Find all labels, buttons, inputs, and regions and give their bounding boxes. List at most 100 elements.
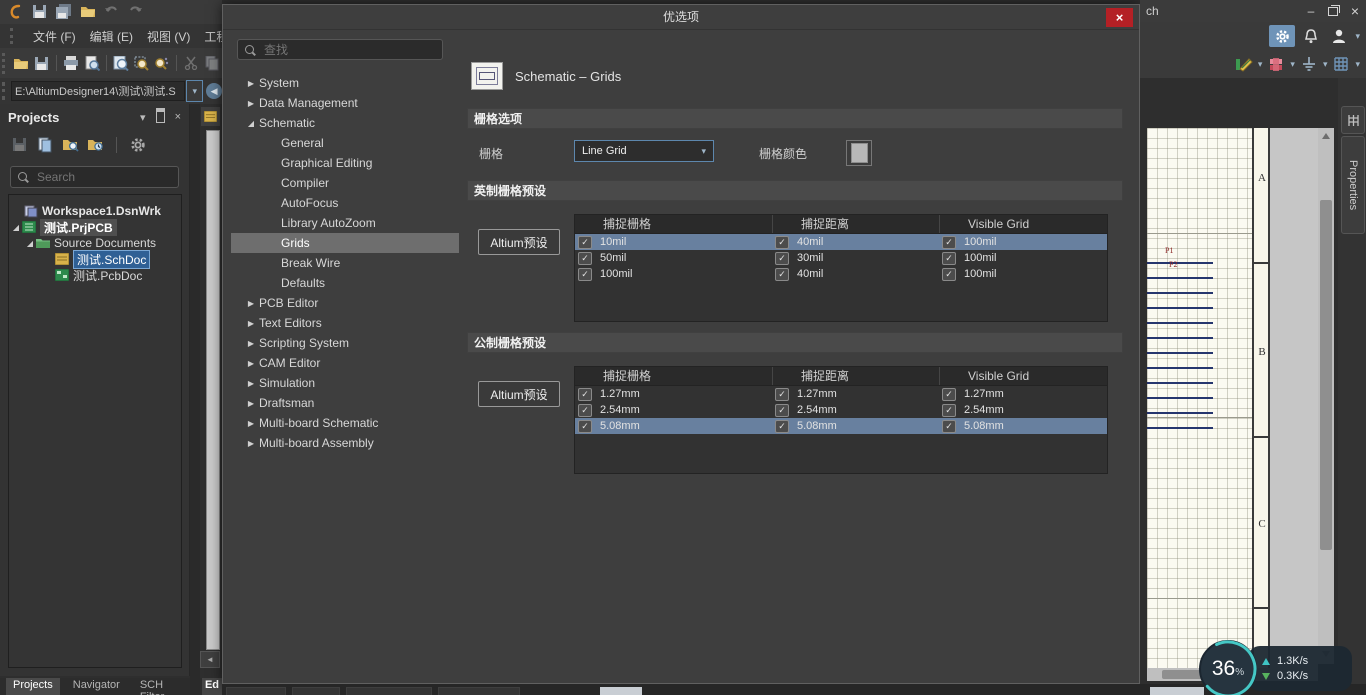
nav-scripting-system[interactable]: ▶Scripting System xyxy=(231,333,459,353)
preset-checkbox[interactable]: ✓ xyxy=(578,404,592,417)
connector-pins[interactable] xyxy=(1147,262,1213,434)
projects-search-box[interactable] xyxy=(10,166,179,188)
nav-compiler[interactable]: Compiler xyxy=(231,173,459,193)
panel-resize-gutter[interactable] xyxy=(190,104,200,695)
zoom-indicator[interactable]: 36% xyxy=(1197,638,1259,695)
document-tab-partial[interactable] xyxy=(201,107,220,126)
copy-icon[interactable] xyxy=(202,52,222,74)
preferences-gear-icon[interactable] xyxy=(1269,25,1295,47)
network-speed-widget[interactable]: 1.3K/s 0.3K/s xyxy=(1248,646,1352,691)
grid-icon[interactable] xyxy=(1329,53,1353,75)
search-folder-icon[interactable] xyxy=(62,137,78,153)
nav-graphical-editing[interactable]: Graphical Editing xyxy=(231,153,459,173)
preset-checkbox[interactable]: ✓ xyxy=(578,420,592,433)
zoom-selection-icon[interactable] xyxy=(152,52,173,74)
undo-icon[interactable] xyxy=(104,4,120,20)
document-path-input[interactable] xyxy=(11,81,185,101)
grid-type-select[interactable]: Line Grid ▾ xyxy=(574,140,714,162)
layers-icon[interactable] xyxy=(1264,53,1288,75)
preset-checkbox[interactable]: ✓ xyxy=(942,268,956,281)
grid-color-swatch[interactable] xyxy=(846,140,872,166)
print-icon[interactable] xyxy=(61,52,82,74)
nav-grids[interactable]: Grids xyxy=(231,233,459,253)
preset-checkbox[interactable]: ✓ xyxy=(942,236,956,249)
path-dropdown-button[interactable]: ▾ xyxy=(186,80,203,102)
tri-down-icon[interactable]: ◢ xyxy=(11,223,21,232)
tree-item-pcbdoc[interactable]: 测试.PcbDoc xyxy=(9,267,181,283)
compile-documents-icon[interactable] xyxy=(37,137,53,153)
preset-row[interactable]: ✓2.54mm ✓2.54mm ✓2.54mm xyxy=(575,402,1107,418)
save-icon[interactable] xyxy=(12,137,28,153)
preset-checkbox[interactable]: ✓ xyxy=(775,268,789,281)
dialog-close-icon[interactable]: × xyxy=(1106,8,1133,27)
open-folder-icon[interactable] xyxy=(11,52,32,74)
preset-checkbox[interactable]: ✓ xyxy=(578,268,592,281)
projects-search-input[interactable] xyxy=(35,169,169,185)
nav-library-autozoom[interactable]: Library AutoZoom xyxy=(231,213,459,233)
preset-checkbox[interactable]: ✓ xyxy=(578,388,592,401)
nav-break-wire[interactable]: Break Wire xyxy=(231,253,459,273)
power-port-icon[interactable] xyxy=(1297,53,1321,75)
tri-down-icon[interactable]: ◢ xyxy=(25,239,35,248)
panels-icon[interactable] xyxy=(1341,106,1365,134)
altium-presets-button-metric[interactable]: Altium预设 xyxy=(478,381,560,407)
print-preview-icon[interactable] xyxy=(81,52,102,74)
preset-checkbox[interactable]: ✓ xyxy=(942,252,956,265)
nav-pcb-editor[interactable]: ▶PCB Editor xyxy=(231,293,459,313)
preset-checkbox[interactable]: ✓ xyxy=(578,236,592,249)
nav-draftsman[interactable]: ▶Draftsman xyxy=(231,393,459,413)
tab-navigator[interactable]: Navigator xyxy=(66,678,127,695)
preset-checkbox[interactable]: ✓ xyxy=(775,420,789,433)
recent-folder-icon[interactable] xyxy=(87,137,103,153)
menu-edit[interactable]: 编辑 (E) xyxy=(90,28,133,45)
scroll-left-icon[interactable]: ◄ xyxy=(200,651,220,668)
nav-simulation[interactable]: ▶Simulation xyxy=(231,373,459,393)
tree-item-workspace[interactable]: Workspace1.DsnWrk xyxy=(9,203,181,219)
caret-down-icon[interactable]: ▾ xyxy=(1258,60,1263,69)
preset-row[interactable]: ✓10mil ✓40mil ✓100mil xyxy=(575,234,1107,250)
preset-checkbox[interactable]: ✓ xyxy=(775,404,789,417)
nav-system[interactable]: ▶System xyxy=(231,73,459,93)
scroll-up-icon[interactable] xyxy=(1322,133,1330,139)
save-icon[interactable] xyxy=(32,52,53,74)
preset-checkbox[interactable]: ✓ xyxy=(942,420,956,433)
nav-defaults[interactable]: Defaults xyxy=(231,273,459,293)
preset-checkbox[interactable]: ✓ xyxy=(942,388,956,401)
nav-general[interactable]: General xyxy=(231,133,459,153)
redo-icon[interactable] xyxy=(128,4,144,20)
measure-icon[interactable] xyxy=(1232,53,1256,75)
window-close-icon[interactable]: × xyxy=(1344,3,1366,19)
altium-presets-button-imperial[interactable]: Altium预设 xyxy=(478,229,560,255)
menu-project[interactable]: 工程 ( xyxy=(204,28,222,45)
menu-view[interactable]: 视图 (V) xyxy=(147,28,190,45)
preset-row[interactable]: ✓100mil ✓40mil ✓100mil xyxy=(575,266,1107,282)
caret-down-icon[interactable]: ▾ xyxy=(1355,60,1360,69)
notifications-bell-icon[interactable] xyxy=(1299,25,1323,47)
nav-multi-board-schematic[interactable]: ▶Multi-board Schematic xyxy=(231,413,459,433)
zoom-area-icon[interactable] xyxy=(131,52,152,74)
save-icon[interactable] xyxy=(32,4,48,20)
tab-properties[interactable]: Properties xyxy=(1341,136,1365,234)
save-all-icon[interactable] xyxy=(56,4,72,20)
minimize-icon[interactable]: – xyxy=(1300,3,1322,19)
tree-item-schdoc[interactable]: 测试.SchDoc xyxy=(9,251,181,267)
tab-projects[interactable]: Projects xyxy=(6,678,60,695)
restore-icon[interactable] xyxy=(1322,3,1344,19)
nav-schematic[interactable]: ◢Schematic xyxy=(231,113,459,133)
gear-icon[interactable] xyxy=(130,137,146,153)
preset-row[interactable]: ✓50mil ✓30mil ✓100mil xyxy=(575,250,1107,266)
close-icon[interactable]: × xyxy=(175,111,181,123)
dialog-search-input[interactable] xyxy=(262,42,426,58)
canvas-off-sheet[interactable] xyxy=(1270,128,1318,668)
nav-multi-board-assembly[interactable]: ▶Multi-board Assembly xyxy=(231,433,459,453)
tab-editor-partial[interactable]: Ed xyxy=(202,678,222,695)
preset-row[interactable]: ✓1.27mm ✓1.27mm ✓1.27mm xyxy=(575,386,1107,402)
tree-item-project[interactable]: ◢ 测试.PrjPCB xyxy=(9,219,181,235)
back-icon[interactable]: ◀ xyxy=(206,83,222,99)
nav-autofocus[interactable]: AutoFocus xyxy=(231,193,459,213)
dialog-search-box[interactable] xyxy=(237,39,443,60)
preset-checkbox[interactable]: ✓ xyxy=(775,388,789,401)
caret-down-icon[interactable]: ▾ xyxy=(1290,60,1295,69)
vertical-scroll-thumb[interactable] xyxy=(1320,200,1332,550)
zoom-document-icon[interactable] xyxy=(111,52,132,74)
